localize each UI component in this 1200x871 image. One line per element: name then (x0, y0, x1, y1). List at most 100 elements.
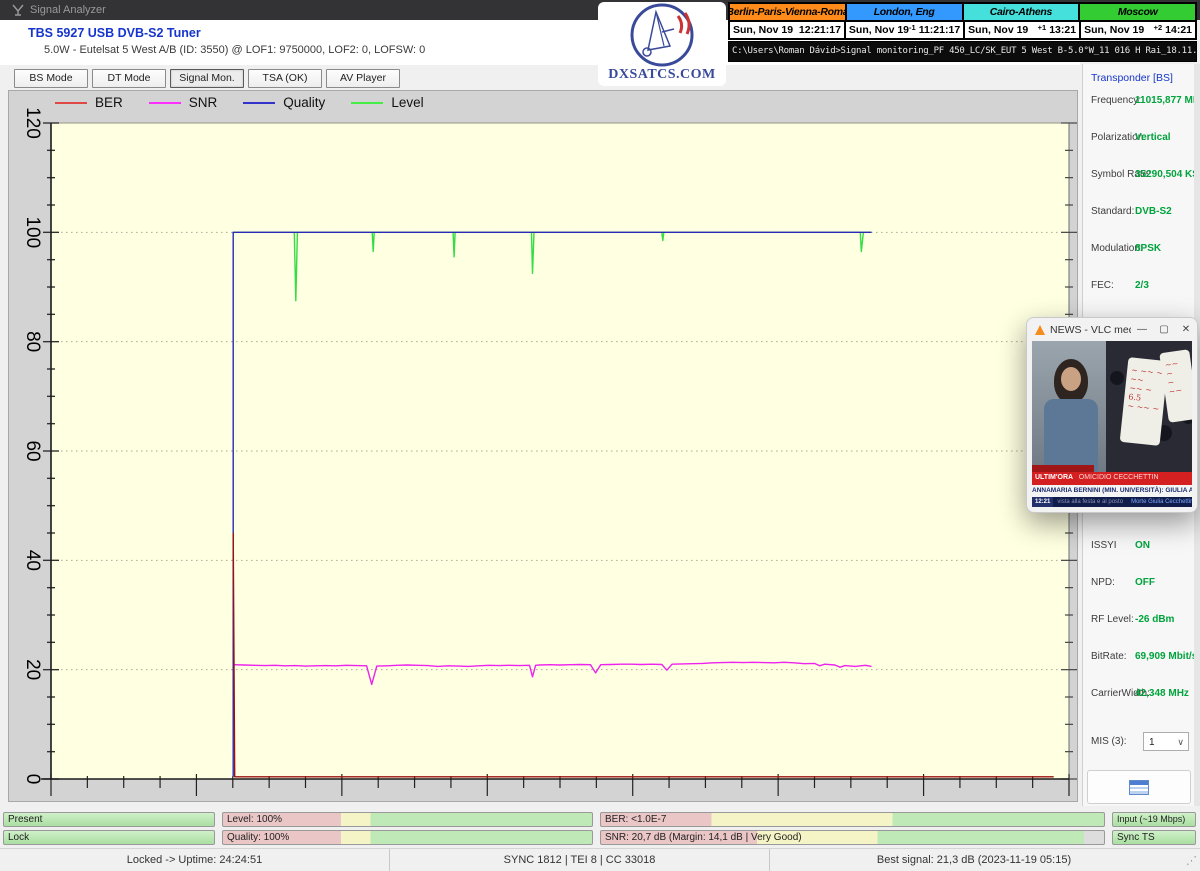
field-label-standard: Standard: (1091, 206, 1134, 217)
ticker-tag (1032, 465, 1094, 472)
vlc-titlebar[interactable]: NEWS - VLC media... — ▢ ✕ (1027, 318, 1197, 341)
status-uptime: Locked -> Uptime: 24:24:51 (0, 849, 390, 871)
tab-signal-mon[interactable]: Signal Mon. (170, 69, 244, 88)
breaking-topic: OMICIDIO CECCHETTIN (1079, 474, 1159, 481)
status-best-signal: Best signal: 21,3 dB (2023-11-19 05:15) (770, 849, 1178, 871)
clock-time-london: Sun, Nov 19 -1 11:21:17 (846, 22, 965, 38)
status-sync: SYNC 1812 | TEI 8 | CC 33018 (390, 849, 770, 871)
tuner-info: 5.0W - Eutelsat 5 West A/B (ID: 3550) @ … (44, 44, 425, 56)
clock-time-cairo: Sun, Nov 19 +1 13:21 (965, 22, 1081, 38)
field-value-bitrate: 69,909 Mbit/s (1135, 651, 1197, 662)
news-ticker: 12:21 vista alla festa e al posto Morte … (1032, 497, 1192, 507)
clock-offset: +1 (1038, 23, 1047, 32)
clock-date: Sun, Nov 19 (968, 24, 1038, 36)
clock-date: Sun, Nov 19 (1084, 24, 1154, 36)
crowd-head (1110, 371, 1124, 385)
field-value-symbol-rate: 35290,504 KS/s (1135, 169, 1200, 180)
dxsatcs-logo: DXSATCS.COM (598, 2, 726, 86)
svg-text:80: 80 (22, 331, 43, 352)
field-value-fec: 2/3 (1135, 280, 1149, 291)
chevron-down-icon: ∨ (1177, 733, 1184, 752)
vlc-close-button[interactable]: ✕ (1175, 324, 1197, 335)
field-value-polarization: Vertical (1135, 132, 1171, 143)
clock-city-moscow: Moscow (1080, 4, 1195, 20)
field-value-npd: OFF (1135, 577, 1155, 588)
resize-grip[interactable]: ⋰ (1186, 854, 1200, 867)
anchor-face (1061, 367, 1081, 391)
signal-bars: Present Level: 100% BER: <1.0E-7 Input (… (0, 806, 1200, 848)
mis-label: MIS (3): (1091, 736, 1127, 747)
field-value-carrierwidth: 42,348 MHz (1135, 688, 1189, 699)
breaking-tag: ULTIM'ORA (1035, 474, 1073, 481)
transponder-title: Transponder [BS] (1091, 72, 1173, 84)
tab-bar: BS Mode DT Mode Signal Mon. TSA (OK) AV … (0, 65, 1080, 90)
present-bar: Present (3, 812, 215, 827)
sync-ts-bar: Sync TS (1112, 830, 1196, 845)
clock-value: 13:21 (1049, 24, 1076, 36)
vlc-cone-icon (1035, 325, 1045, 335)
vlc-minimize-button[interactable]: — (1131, 324, 1153, 335)
clock-city-cairo: Cairo-Athens (964, 4, 1081, 20)
capture-button[interactable] (1087, 770, 1191, 804)
world-clocks: Berlin-Paris-Vienna-Roma London, Eng Cai… (728, 2, 1197, 40)
field-label-rf-level: RF Level: (1091, 614, 1134, 625)
clock-date: Sun, Nov 19 (733, 24, 796, 36)
lock-bar: Lock (3, 830, 215, 845)
ticker-time: 12:21 (1032, 497, 1053, 507)
clock-time-moscow: Sun, Nov 19 +2 14:21 (1081, 22, 1195, 38)
satellite-dish-icon (598, 2, 726, 68)
status-bar: Locked -> Uptime: 24:24:51 SYNC 1812 | T… (0, 848, 1200, 871)
headline-banner: ANNAMARIA BERNINI (MIN. UNIVERSITÀ): GIU… (1032, 485, 1192, 497)
field-label-frequency: Frequency: (1091, 95, 1141, 106)
protest-shirt: ~~ ~~ ~~ (1159, 349, 1192, 422)
quality-bar: Quality: 100% (222, 830, 593, 845)
svg-text:60: 60 (22, 440, 43, 461)
tab-av-player[interactable]: AV Player (326, 69, 400, 88)
red-writing: ~~ ~~ ~~ (1164, 358, 1192, 415)
clock-time-row: Sun, Nov 19 12:21:17 Sun, Nov 19 -1 11:2… (730, 22, 1195, 38)
breaking-banner: ULTIM'ORA OMICIDIO CECCHETTIN (1032, 472, 1192, 484)
anchor-jacket (1044, 399, 1098, 474)
crowd-scene: ~ ~~ ~ ~~~~ ~ 6.5~ ~~ ~ ~~ ~~ ~~ (1106, 341, 1192, 472)
vlc-window[interactable]: NEWS - VLC media... — ▢ ✕ ~ ~~ ~ ~~~~ ~ … (1026, 317, 1198, 513)
mis-dropdown[interactable]: 1 ∨ (1143, 732, 1189, 751)
signal-chart: BERSNRQualityLevel 020406080100120 (8, 90, 1078, 802)
vlc-maximize-button[interactable]: ▢ (1153, 324, 1175, 335)
ber-bar: BER: <1.0E-7 (600, 812, 1105, 827)
ticker-link-text: Morte Giulia Cecchettin (1127, 497, 1192, 507)
tab-tsa[interactable]: TSA (OK) (248, 69, 322, 88)
logo-text: DXSATCS.COM (598, 67, 726, 83)
clock-value: 14:21 (1165, 24, 1192, 36)
field-label-npd: NPD: (1091, 577, 1115, 588)
clock-offset: -1 (909, 23, 916, 32)
field-value-issyi: ON (1135, 540, 1150, 551)
vlc-video: ~ ~~ ~ ~~~~ ~ 6.5~ ~~ ~ ~~ ~~ ~~ ULTIM'O… (1032, 341, 1192, 507)
protest-shirt: ~ ~~ ~ ~~~~ ~ 6.5~ ~~ ~ (1119, 357, 1168, 446)
clock-header-row: Berlin-Paris-Vienna-Roma London, Eng Cai… (730, 4, 1195, 22)
chart-plot: 020406080100120 (9, 91, 1079, 803)
mis-value: 1 (1149, 737, 1155, 748)
field-value-frequency: 11015,877 MHz (1135, 95, 1200, 106)
clock-time-berlin: Sun, Nov 19 12:21:17 (730, 22, 846, 38)
input-bar: Input (~19 Mbps) (1112, 812, 1196, 827)
console-window: C:\Users\Roman Dávid>Signal monitoring_P… (728, 41, 1197, 62)
svg-text:40: 40 (22, 550, 43, 571)
level-bar: Level: 100% (222, 812, 593, 827)
signal-analyzer-app: { "window": { "title": "Signal Analyzer"… (0, 0, 1200, 870)
red-writing: ~ ~~ ~ ~~~~ ~ 6.5~ ~~ ~ (1124, 366, 1163, 438)
field-label-bitrate: BitRate: (1091, 651, 1127, 662)
field-label-issyi: ISSYI (1091, 540, 1117, 551)
tab-dt-mode[interactable]: DT Mode (92, 69, 166, 88)
svg-text:0: 0 (22, 774, 43, 785)
clock-offset: +2 (1154, 23, 1163, 32)
field-value-modulation: 8PSK (1135, 243, 1161, 254)
field-label-fec: FEC: (1091, 280, 1114, 291)
clock-city-london: London, Eng (847, 4, 964, 20)
capture-icon (1129, 780, 1149, 795)
clock-city-berlin: Berlin-Paris-Vienna-Roma (730, 4, 847, 20)
vlc-title: NEWS - VLC media... (1050, 324, 1131, 336)
app-icon (12, 4, 24, 16)
tab-bs-mode[interactable]: BS Mode (14, 69, 88, 88)
snr-bar: SNR: 20,7 dB (Margin: 14,1 dB | Very Goo… (600, 830, 1105, 845)
clock-date: Sun, Nov 19 (849, 24, 909, 36)
